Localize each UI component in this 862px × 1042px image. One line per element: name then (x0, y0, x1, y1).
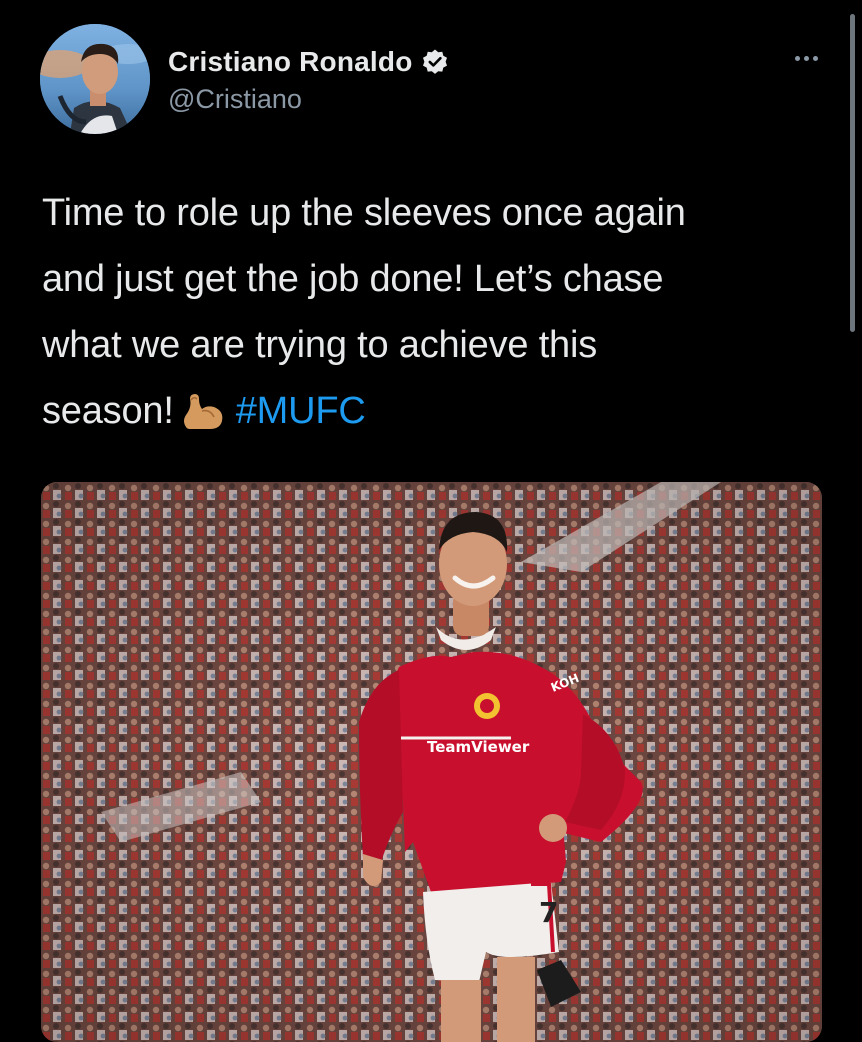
tweet-card: Cristiano Ronaldo @Cristiano Time to rol… (0, 0, 862, 1042)
tweet-text-line: and just get the job done! Let’s chase (42, 258, 664, 300)
avatar[interactable] (40, 24, 150, 134)
hashtag-link[interactable]: #MUFC (236, 390, 366, 432)
more-options-button[interactable] (786, 46, 826, 70)
tweet-text-line: Time to role up the sleeves once again (42, 192, 686, 234)
player-celebration-photo: 7 TeamViewer KOH (41, 482, 822, 1042)
tweet-text-line: season! (42, 390, 174, 432)
more-horizontal-icon (794, 55, 800, 61)
scrollbar[interactable] (850, 14, 855, 332)
tweet-media-photo[interactable]: 7 TeamViewer KOH (41, 482, 822, 1042)
avatar-portrait (40, 24, 150, 134)
author-display-name[interactable]: Cristiano Ronaldo (168, 46, 413, 78)
tweet-text-line: what we are trying to achieve this (42, 324, 598, 366)
tweet-text: Time to role up the sleeves once again a… (42, 180, 812, 444)
verified-badge-icon (422, 49, 447, 74)
author-handle[interactable]: @Cristiano (168, 84, 302, 115)
tweet-text-last-line: season! #MUFC (42, 378, 812, 444)
kit-sponsor-text: TeamViewer (427, 738, 530, 756)
flexed-biceps-icon (183, 394, 223, 429)
shirt-number-text: 7 (539, 896, 558, 929)
author-name-row[interactable]: Cristiano Ronaldo (168, 42, 449, 82)
